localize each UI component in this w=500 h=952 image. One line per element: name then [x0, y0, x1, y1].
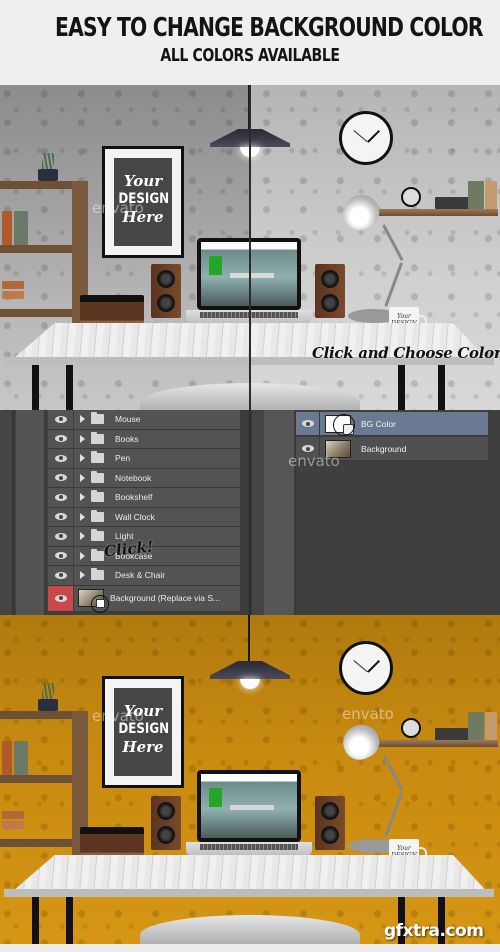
- eye-icon: [54, 552, 67, 560]
- layer-name: Mouse: [115, 414, 141, 425]
- poster-line-1: Your: [123, 172, 163, 190]
- poster-frame: Your DESIGN Here: [102, 676, 184, 788]
- speaker-right: [315, 796, 345, 850]
- layer-row[interactable]: Wall Clock: [48, 507, 240, 527]
- layer-row[interactable]: Pen: [48, 449, 240, 469]
- orange-scene: Your DESIGN Here Your DESIGN Here envato…: [0, 615, 500, 952]
- layer-bg-color[interactable]: BG Color: [296, 412, 488, 436]
- eye-icon: [54, 532, 67, 540]
- smart-object-thumbnail[interactable]: [78, 589, 109, 613]
- expand-arrow-icon[interactable]: [80, 493, 85, 502]
- visibility-toggle[interactable]: [48, 546, 74, 565]
- visibility-toggle[interactable]: [48, 410, 74, 429]
- layer-name: Desk & Chair: [115, 570, 166, 581]
- eye-icon: [301, 420, 314, 427]
- layer-name: BG Color: [361, 418, 396, 429]
- expand-arrow-icon[interactable]: [80, 434, 85, 443]
- expand-arrow-icon[interactable]: [80, 551, 85, 560]
- pendant-cord: [248, 615, 250, 661]
- folder-icon: [91, 509, 104, 522]
- eye-icon: [54, 571, 67, 579]
- folder-icon: [91, 431, 104, 444]
- folder-icon: [91, 470, 104, 483]
- click-choose-color-callout: Click and Choose Color!: [312, 344, 500, 362]
- alarm-clock: [401, 187, 421, 207]
- bookcase: [0, 181, 88, 331]
- layer-name: Background (Replace via S...: [110, 593, 221, 603]
- wall-shelf: [378, 740, 498, 747]
- bottom-band: [0, 944, 500, 952]
- wall-shelf: [378, 209, 498, 216]
- expand-arrow-icon[interactable]: [80, 512, 85, 521]
- layer-row[interactable]: Notebook: [48, 468, 240, 488]
- layer-name: Notebook: [115, 472, 152, 483]
- layers-list-right: BG Color Background envato: [288, 410, 500, 615]
- fill-layer-thumbnail[interactable]: [325, 413, 355, 436]
- envato-watermark: envato: [342, 705, 394, 723]
- eye-icon: [54, 513, 67, 521]
- layer-name: Wall Clock: [115, 511, 155, 522]
- expand-arrow-icon[interactable]: [80, 473, 85, 482]
- plant-pot: [38, 153, 58, 181]
- wall-clock: [339, 111, 393, 165]
- folder-icon: [91, 529, 104, 542]
- eye-icon: [54, 493, 67, 501]
- layer-name: Background: [361, 443, 407, 454]
- layer-name: Bookshelf: [115, 492, 153, 503]
- visibility-toggle[interactable]: [48, 527, 74, 546]
- layer-row[interactable]: Books: [48, 429, 240, 449]
- visibility-toggle[interactable]: [296, 412, 320, 435]
- headline: EASY TO CHANGE BACKGROUND COLOR: [55, 13, 483, 43]
- folder-icon: [91, 451, 104, 464]
- bookcase: [0, 711, 88, 861]
- visibility-toggle[interactable]: [48, 507, 74, 526]
- speaker-right: [315, 264, 345, 318]
- layer-row[interactable]: Bookshelf: [48, 488, 240, 508]
- visibility-toggle[interactable]: [48, 429, 74, 448]
- eye-icon: [301, 445, 314, 452]
- visibility-toggle[interactable]: [48, 566, 74, 585]
- folder-icon: [91, 548, 104, 561]
- visibility-toggle[interactable]: [48, 488, 74, 507]
- plant-pot: [38, 683, 58, 711]
- layer-name: Pen: [115, 453, 131, 464]
- folder-icon: [91, 568, 104, 581]
- site-watermark: gfxtra.com: [384, 921, 484, 941]
- highlight-circle: [91, 595, 109, 613]
- split-divider: [249, 85, 251, 615]
- speaker-left: [151, 264, 181, 318]
- envato-watermark: envato: [92, 707, 144, 725]
- header: EASY TO CHANGE BACKGROUND COLOR ALL COLO…: [0, 0, 500, 85]
- envato-watermark: envato: [92, 199, 144, 217]
- folder-icon: [91, 490, 104, 503]
- eye-icon: [54, 474, 67, 482]
- eye-icon: [54, 415, 67, 423]
- layer-name: Books: [115, 433, 139, 444]
- alarm-clock: [401, 718, 421, 738]
- folder-icon: [91, 412, 104, 425]
- expand-arrow-icon[interactable]: [80, 454, 85, 463]
- visibility-toggle[interactable]: [48, 585, 74, 611]
- layer-row-background[interactable]: Background (Replace via S...: [48, 585, 240, 613]
- highlight-circle: [333, 413, 355, 436]
- expand-arrow-icon[interactable]: [80, 532, 85, 541]
- envato-watermark: envato: [288, 452, 340, 470]
- wall-clock: [339, 641, 393, 695]
- layer-row[interactable]: Desk & Chair: [48, 566, 240, 586]
- eye-icon: [54, 435, 67, 443]
- visibility-toggle[interactable]: [48, 449, 74, 468]
- speaker-left: [151, 796, 181, 850]
- subheadline: ALL COLORS AVAILABLE: [160, 45, 340, 66]
- eye-icon: [54, 594, 67, 602]
- eye-icon: [54, 454, 67, 462]
- expand-arrow-icon[interactable]: [80, 571, 85, 580]
- layer-row[interactable]: Mouse: [48, 410, 240, 430]
- laptop-screen: [197, 770, 301, 842]
- visibility-toggle[interactable]: [48, 468, 74, 487]
- expand-arrow-icon[interactable]: [80, 415, 85, 424]
- layers-list-left: Mouse Books Pen Notebook Bookshelf Wall Clock…: [48, 410, 240, 613]
- laptop-base: [186, 842, 312, 856]
